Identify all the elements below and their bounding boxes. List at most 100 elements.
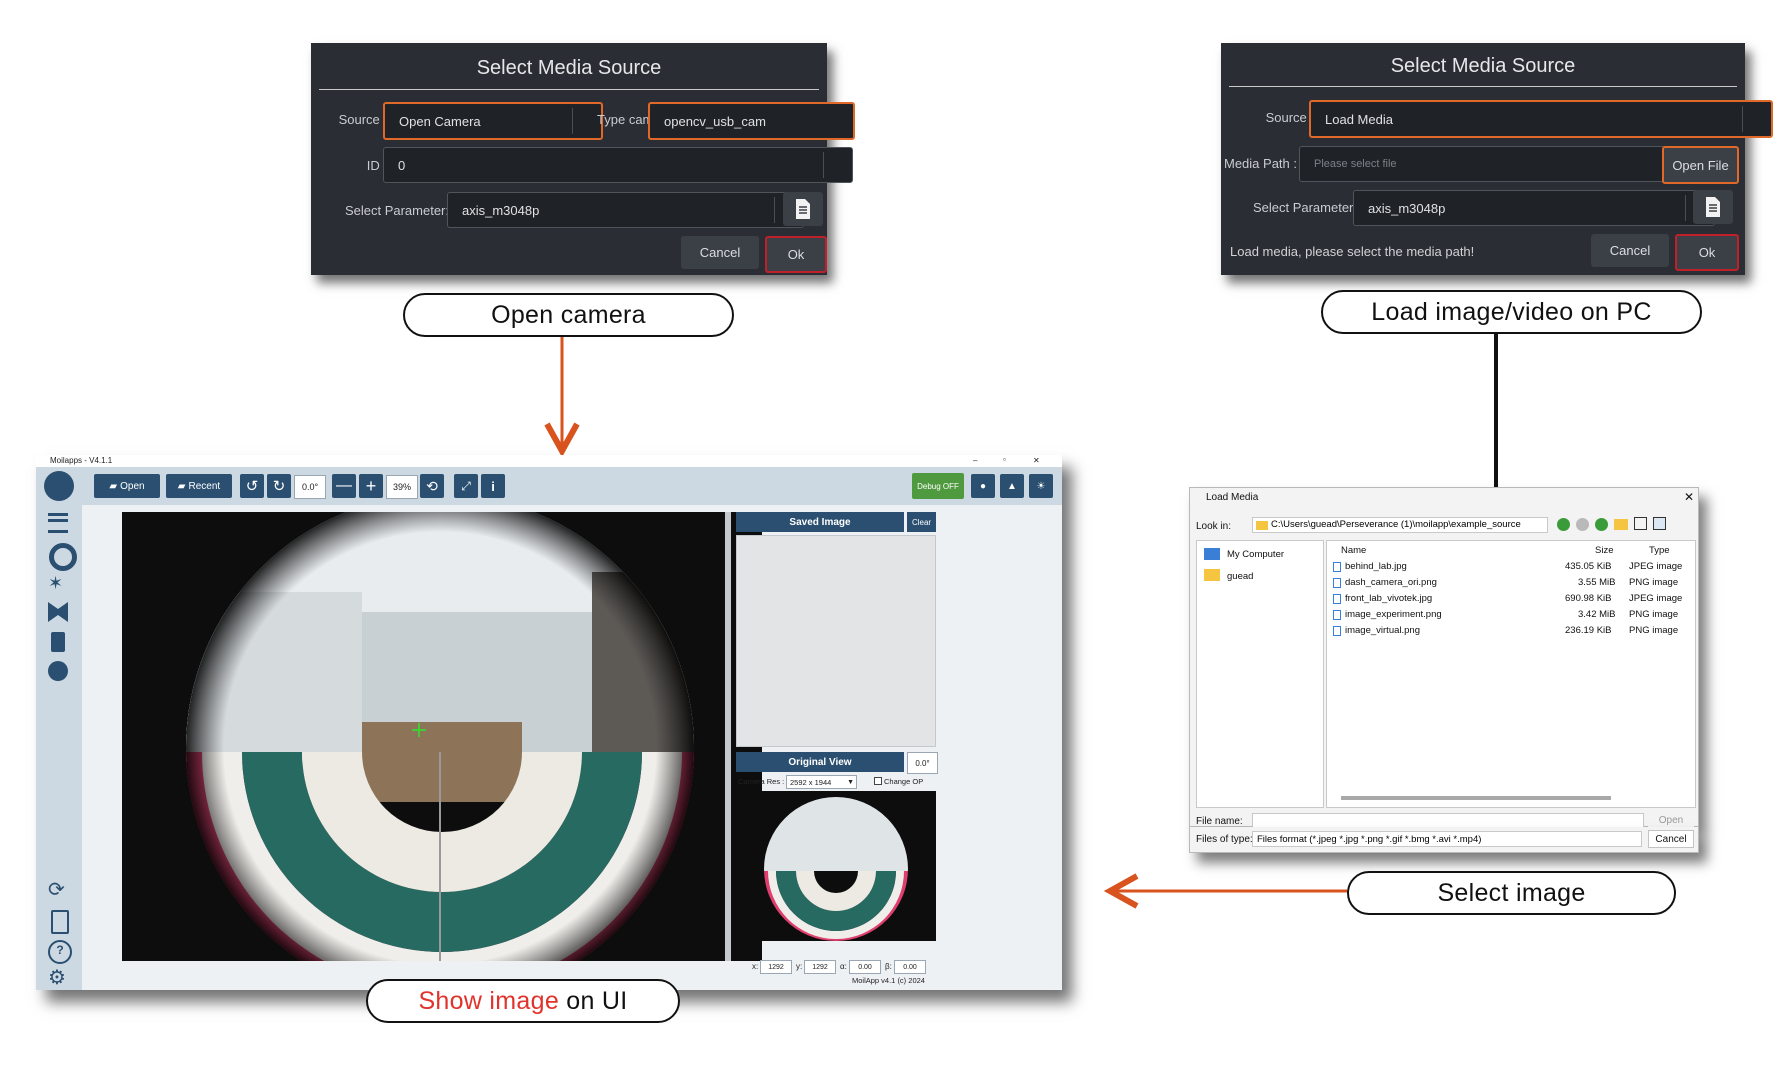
detail-view-icon[interactable] xyxy=(1653,517,1666,530)
chevron-down-icon: ▼ xyxy=(847,778,854,786)
file-size: 236.19 KiB xyxy=(1565,625,1612,636)
typecam-label: Type cam: xyxy=(597,112,657,127)
search-file-icon[interactable] xyxy=(51,910,69,934)
user-icon: ▲ xyxy=(1007,480,1017,492)
minus-circle-icon[interactable] xyxy=(48,661,68,681)
typecam-value: opencv_usb_cam xyxy=(664,113,766,129)
look-in-select[interactable]: C:\Users\guead\Perseverance (1)\moilapp\… xyxy=(1252,517,1548,533)
toolbar: ▰ Open ▰ Recent ↺ ↻ 0.0° — + 39% ⟲ ⤢ i Deb… xyxy=(36,467,1062,505)
files-of-type-select[interactable]: Files format (*.jpeg *.jpg *.png *.gif *… xyxy=(1252,831,1642,847)
rotate-right-button[interactable]: ↻ xyxy=(267,474,291,498)
debug-toggle[interactable]: Debug OFF xyxy=(912,473,964,499)
document-button[interactable] xyxy=(783,192,823,226)
cancel-button[interactable]: Cancel xyxy=(1648,830,1694,848)
x-label: x: xyxy=(752,962,759,971)
menu-icon-middle-bar xyxy=(48,519,68,522)
files-of-type-label: Files of type: xyxy=(1196,834,1253,845)
list-view-icon[interactable] xyxy=(1634,517,1647,530)
alpha-field[interactable]: 0.00 xyxy=(849,960,881,974)
open-button[interactable]: ▰ Open xyxy=(94,474,160,498)
document-button[interactable] xyxy=(1693,190,1733,224)
back-icon[interactable] xyxy=(1557,518,1570,531)
source-select[interactable]: Open Camera xyxy=(383,102,603,140)
file-list: Name Size Type behind_lab.jpg 435.05 KiB… xyxy=(1326,540,1696,808)
ok-button[interactable]: Ok xyxy=(765,236,827,273)
param-label: Select Parameter: xyxy=(344,203,449,218)
camera-res-select[interactable]: 2592 x 1944 ▼ xyxy=(786,775,857,789)
change-op-checkbox[interactable] xyxy=(874,777,882,785)
help-icon[interactable]: ? xyxy=(48,940,72,964)
expand-button[interactable]: ⤢ xyxy=(454,474,478,498)
param-select[interactable]: axis_m3048p xyxy=(1353,190,1715,226)
x-field[interactable]: 1292 xyxy=(760,960,792,974)
minimize-button[interactable]: – xyxy=(973,456,977,465)
table-row[interactable]: front_lab_vivotek.jpg 690.98 KiB JPEG im… xyxy=(1331,592,1691,606)
file-name: front_lab_vivotek.jpg xyxy=(1345,593,1433,604)
camera-button[interactable]: ● xyxy=(971,474,995,498)
rotate-angle-field[interactable]: 0.0° xyxy=(294,475,326,499)
new-folder-icon[interactable] xyxy=(1614,519,1628,530)
beta-field[interactable]: 0.00 xyxy=(894,960,926,974)
table-row[interactable]: behind_lab.jpg 435.05 KiB JPEG image xyxy=(1331,560,1691,574)
place-my-computer[interactable]: My Computer xyxy=(1227,549,1284,560)
open-file-button[interactable]: Open File xyxy=(1662,146,1739,184)
rotate-left-button[interactable]: ↺ xyxy=(240,474,264,498)
document-icon[interactable] xyxy=(51,632,65,652)
sun-icon: ☀ xyxy=(1036,480,1046,492)
reset-view-button[interactable]: ⟲ xyxy=(420,474,444,498)
settings-icon[interactable]: ⚙ xyxy=(48,968,68,988)
theme-button[interactable]: ☀ xyxy=(1029,474,1053,498)
menu-icon[interactable] xyxy=(48,513,68,533)
show-image-label: Show image on UI xyxy=(366,979,680,1023)
dialog-title: Select Media Source xyxy=(1390,55,1576,77)
column-header-size[interactable]: Size xyxy=(1595,545,1613,556)
table-row[interactable]: image_virtual.png 236.19 KiB PNG image xyxy=(1331,624,1691,638)
file-size: 435.05 KiB xyxy=(1565,561,1612,572)
zoom-in-button[interactable]: + xyxy=(359,474,383,498)
close-button[interactable]: ✕ xyxy=(1684,490,1694,504)
ok-button[interactable]: Ok xyxy=(1675,234,1739,271)
cancel-button[interactable]: Cancel xyxy=(681,236,759,269)
id-dropdown-divider xyxy=(823,152,852,178)
reset-icon: ⟲ xyxy=(426,477,438,494)
info-button[interactable]: i xyxy=(481,474,505,498)
source-select[interactable]: Load Media xyxy=(1309,100,1773,138)
table-row[interactable]: image_experiment.png 3.42 MiB PNG image xyxy=(1331,608,1691,622)
main-scrollbar[interactable] xyxy=(725,512,731,961)
user-button[interactable]: ▲ xyxy=(1000,474,1024,498)
horizontal-scrollbar[interactable] xyxy=(1341,796,1611,800)
source-value: Load Media xyxy=(1325,111,1393,127)
param-select[interactable]: axis_m3048p xyxy=(447,192,804,228)
original-angle-field[interactable]: 0.0° xyxy=(907,752,938,774)
zoom-field[interactable]: 39% xyxy=(386,475,418,499)
refresh-icon[interactable]: ⟳ xyxy=(48,880,68,900)
param-value: axis_m3048p xyxy=(1368,200,1446,216)
id-input[interactable]: 0 xyxy=(383,147,853,183)
media-path-input[interactable]: Please select file xyxy=(1299,146,1683,182)
column-header-name[interactable]: Name xyxy=(1341,545,1366,556)
close-button[interactable]: ✕ xyxy=(1033,456,1040,465)
y-field[interactable]: 1292 xyxy=(804,960,836,974)
place-guead[interactable]: guead xyxy=(1227,571,1253,582)
zoom-out-button[interactable]: — xyxy=(332,474,356,498)
cancel-button[interactable]: Cancel xyxy=(1591,234,1669,267)
file-icon xyxy=(1333,626,1341,636)
select-media-source-dialog-camera: Select Media Source Source : Open Camera… xyxy=(311,43,855,275)
maximize-button[interactable]: ▫ xyxy=(1003,455,1006,464)
y-label: y: xyxy=(796,962,803,971)
anypoint-icon[interactable]: ✶ xyxy=(48,573,68,593)
clear-button[interactable]: Clear xyxy=(907,512,936,532)
camera-view-icon[interactable] xyxy=(49,543,77,571)
open-camera-label: Open camera xyxy=(403,293,734,337)
column-header-type[interactable]: Type xyxy=(1649,545,1670,556)
fisheye-image[interactable] xyxy=(122,512,762,961)
forward-icon[interactable] xyxy=(1576,518,1589,531)
panorama-icon[interactable] xyxy=(48,602,68,622)
up-icon[interactable] xyxy=(1595,518,1608,531)
recent-button[interactable]: ▰ Recent xyxy=(166,474,232,498)
dialog-title: Select Media Source xyxy=(476,57,662,79)
lens-vignette xyxy=(186,512,694,961)
saved-image-header: Saved Image xyxy=(736,512,904,532)
typecam-select[interactable]: opencv_usb_cam xyxy=(648,102,855,140)
table-row[interactable]: dash_camera_ori.png 3.55 MiB PNG image xyxy=(1331,576,1691,590)
